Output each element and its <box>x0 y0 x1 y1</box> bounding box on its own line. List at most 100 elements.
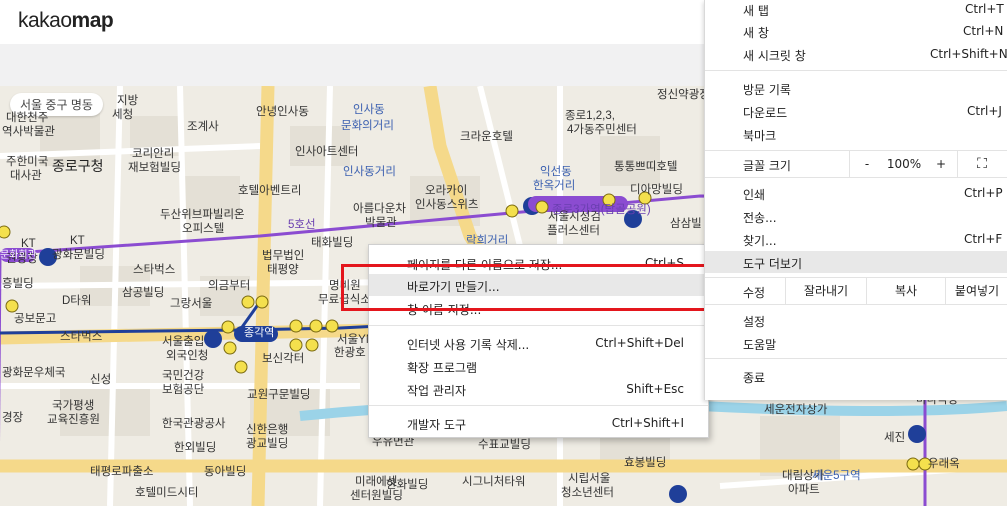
map-place-label[interactable]: 동아빌딩 <box>204 466 246 479</box>
menu-item-task-manager[interactable]: 작업 관리자 Shift+Esc <box>369 378 708 400</box>
map-place-label[interactable]: 두산위브파빌리온 <box>160 209 245 222</box>
map-place-label[interactable]: 국가평생 <box>52 400 94 413</box>
map-place-label[interactable]: 삼삼빌 <box>670 218 702 231</box>
station-label-left[interactable]: 문화회관 <box>0 249 37 262</box>
map-place-label[interactable]: 오라카이 <box>425 185 467 198</box>
map-place-label[interactable]: 정신약광장 <box>657 89 710 102</box>
map-place-label[interactable]: 세운전자상가 <box>764 404 827 417</box>
map-place-label[interactable]: 흥빌딩 <box>2 278 34 291</box>
map-place-label[interactable]: D타워 <box>62 295 91 308</box>
map-place-label[interactable]: 광화문빌딩 <box>52 249 105 262</box>
map-place-label[interactable]: 인사동스위츠 <box>415 199 478 212</box>
map-place-label[interactable]: 태화빌딩 <box>311 237 353 250</box>
map-place-label[interactable]: 시립서울 <box>568 473 610 486</box>
menu-item-history[interactable]: 방문 기록 <box>705 77 1007 99</box>
map-place-label[interactable]: 효봉빌딩 <box>624 457 666 470</box>
paste-button[interactable]: 붙여넣기 <box>945 278 1007 304</box>
map-place-label[interactable]: 인사아트센터 <box>295 146 358 159</box>
map-place-label[interactable]: 안녕인사동 <box>256 106 309 119</box>
map-place-label[interactable]: 서울출입 <box>162 336 204 349</box>
map-place-label[interactable]: 세진 <box>884 432 905 445</box>
menu-item-find[interactable]: 찾기... Ctrl+F <box>705 228 1007 250</box>
map-place-label[interactable]: 외국인청 <box>166 350 208 363</box>
menu-item-bookmarks[interactable]: 북마크 <box>705 123 1007 145</box>
menu-item-new-tab[interactable]: 새 탭 Ctrl+T <box>705 0 1007 20</box>
map-place-label[interactable]: 수표교빌딩 <box>478 439 531 452</box>
map-place-label[interactable]: 인사동 <box>353 104 385 117</box>
menu-item-print[interactable]: 인쇄 Ctrl+P <box>705 182 1007 204</box>
map-place-label[interactable]: 코리안리 <box>132 148 174 161</box>
map-place-label[interactable]: 그랑서울 <box>170 298 212 311</box>
map-place-label[interactable]: 보험공단 <box>162 384 204 397</box>
map-place-label[interactable]: 한화빌딩 <box>386 479 428 492</box>
map-place-label[interactable]: 아름다운차 <box>353 203 406 216</box>
map-place-label[interactable]: 종로구청 <box>52 159 104 173</box>
map-place-label[interactable]: 의금부터 <box>208 280 250 293</box>
map-place-label[interactable]: 문화의거리 <box>341 120 394 133</box>
fullscreen-icon[interactable]: ⛶ <box>958 151 1006 177</box>
map-place-label[interactable]: 종로3가역(탑골공원) <box>552 204 651 217</box>
map-place-label[interactable]: 종로1,2,3, <box>565 110 615 123</box>
map-place-label[interactable]: 보신각터 <box>262 353 304 366</box>
map-place-label[interactable]: 교육진흥원 <box>47 414 100 427</box>
map-place-label[interactable]: 신성 <box>90 374 111 387</box>
station-label-jonggak[interactable]: 종각역 <box>244 327 274 340</box>
map-place-label[interactable]: 대한천주 <box>6 112 48 125</box>
cut-button[interactable]: 잘라내기 <box>785 278 866 304</box>
map-place-label[interactable]: KT <box>70 235 85 248</box>
menu-item-developer-tools[interactable]: 개발자 도구 Ctrl+Shift+I <box>369 412 708 434</box>
map-place-label[interactable]: 태평양 <box>267 264 299 277</box>
menu-item-settings[interactable]: 설정 <box>705 309 1007 331</box>
menu-item-more-tools[interactable]: 도구 더보기 <box>705 251 1007 273</box>
map-place-label[interactable]: 신한은행 <box>246 424 288 437</box>
menu-item-cast[interactable]: 전송... <box>705 205 1007 227</box>
menu-item-clear-browsing-data[interactable]: 인터넷 사용 기록 삭제... Ctrl+Shift+Del <box>369 332 708 354</box>
menu-item-new-window[interactable]: 새 창 Ctrl+N <box>705 20 1007 42</box>
map-place-label[interactable]: 아파트 <box>788 484 820 497</box>
map-place-label[interactable]: 5호선 <box>288 219 316 232</box>
map-place-label[interactable]: 호텔아벤트리 <box>238 185 301 198</box>
map-place-label[interactable]: 크라운호텔 <box>460 131 513 144</box>
map-place-label[interactable]: 우래옥 <box>928 458 960 471</box>
map-place-label[interactable]: 익선동 <box>540 166 572 179</box>
map-place-label[interactable]: 주한미국 <box>6 156 48 169</box>
map-place-label[interactable]: 스타벅스 <box>133 264 175 277</box>
map-place-label[interactable]: 인사동거리 <box>343 166 396 179</box>
map-place-label[interactable]: 삼공빌딩 <box>122 287 164 300</box>
map-place-label[interactable]: 법무법인 <box>262 250 304 263</box>
map-place-label[interactable]: 4가동주민센터 <box>567 124 637 137</box>
menu-item-help[interactable]: 도움말 <box>705 332 1007 354</box>
map-place-label[interactable]: 디아망빌딩 <box>630 184 683 197</box>
kakaomap-logo[interactable]: kakaomap <box>18 9 114 33</box>
map-place-label[interactable]: 청소년센터 <box>561 487 614 500</box>
map-place-label[interactable]: 플러스센터 <box>547 225 600 238</box>
menu-item-downloads[interactable]: 다운로드 Ctrl+J <box>705 100 1007 122</box>
map-place-label[interactable]: 한국관광공사 <box>162 418 225 431</box>
map-place-label[interactable]: 태평로파출소 <box>90 466 153 479</box>
map-place-label[interactable]: 교원구문빌딩 <box>247 389 310 402</box>
map-place-label[interactable]: 광화문우체국 <box>2 367 65 380</box>
map-place-label[interactable]: 시그니처타워 <box>462 476 525 489</box>
map-place-label[interactable]: 세청 <box>112 109 133 122</box>
map-place-label[interactable]: 대사관 <box>10 170 42 183</box>
map-place-label[interactable]: 박물관 <box>365 217 397 230</box>
menu-item-extensions[interactable]: 확장 프로그램 <box>369 355 708 377</box>
map-place-label[interactable]: 스타벅스 <box>60 331 102 344</box>
menu-item-exit[interactable]: 종료 <box>705 365 1007 387</box>
map-place-label[interactable]: 통통쁘띠호텔 <box>614 161 677 174</box>
copy-button[interactable]: 복사 <box>866 278 945 304</box>
map-place-label[interactable]: 지방 <box>117 95 138 108</box>
map-place-label[interactable]: 오피스텔 <box>182 223 224 236</box>
map-place-label[interactable]: 역사박물관 <box>2 126 55 139</box>
map-place-label[interactable]: 광교빌딩 <box>246 438 288 451</box>
map-place-label[interactable]: 재보험빌딩 <box>128 162 181 175</box>
map-place-label[interactable]: 국민건강 <box>162 370 204 383</box>
map-place-label[interactable]: 세운5구역 <box>812 470 861 483</box>
zoom-out-button[interactable]: - <box>855 151 879 177</box>
map-place-label[interactable]: 조계사 <box>187 121 219 134</box>
map-place-label[interactable]: 공보문고 <box>14 313 56 326</box>
menu-item-new-incognito-window[interactable]: 새 시크릿 창 Ctrl+Shift+N <box>705 43 1007 65</box>
map-place-label[interactable]: 한옥거리 <box>533 180 575 193</box>
map-place-label[interactable]: 경장 <box>2 412 23 425</box>
zoom-in-button[interactable]: + <box>929 151 953 177</box>
